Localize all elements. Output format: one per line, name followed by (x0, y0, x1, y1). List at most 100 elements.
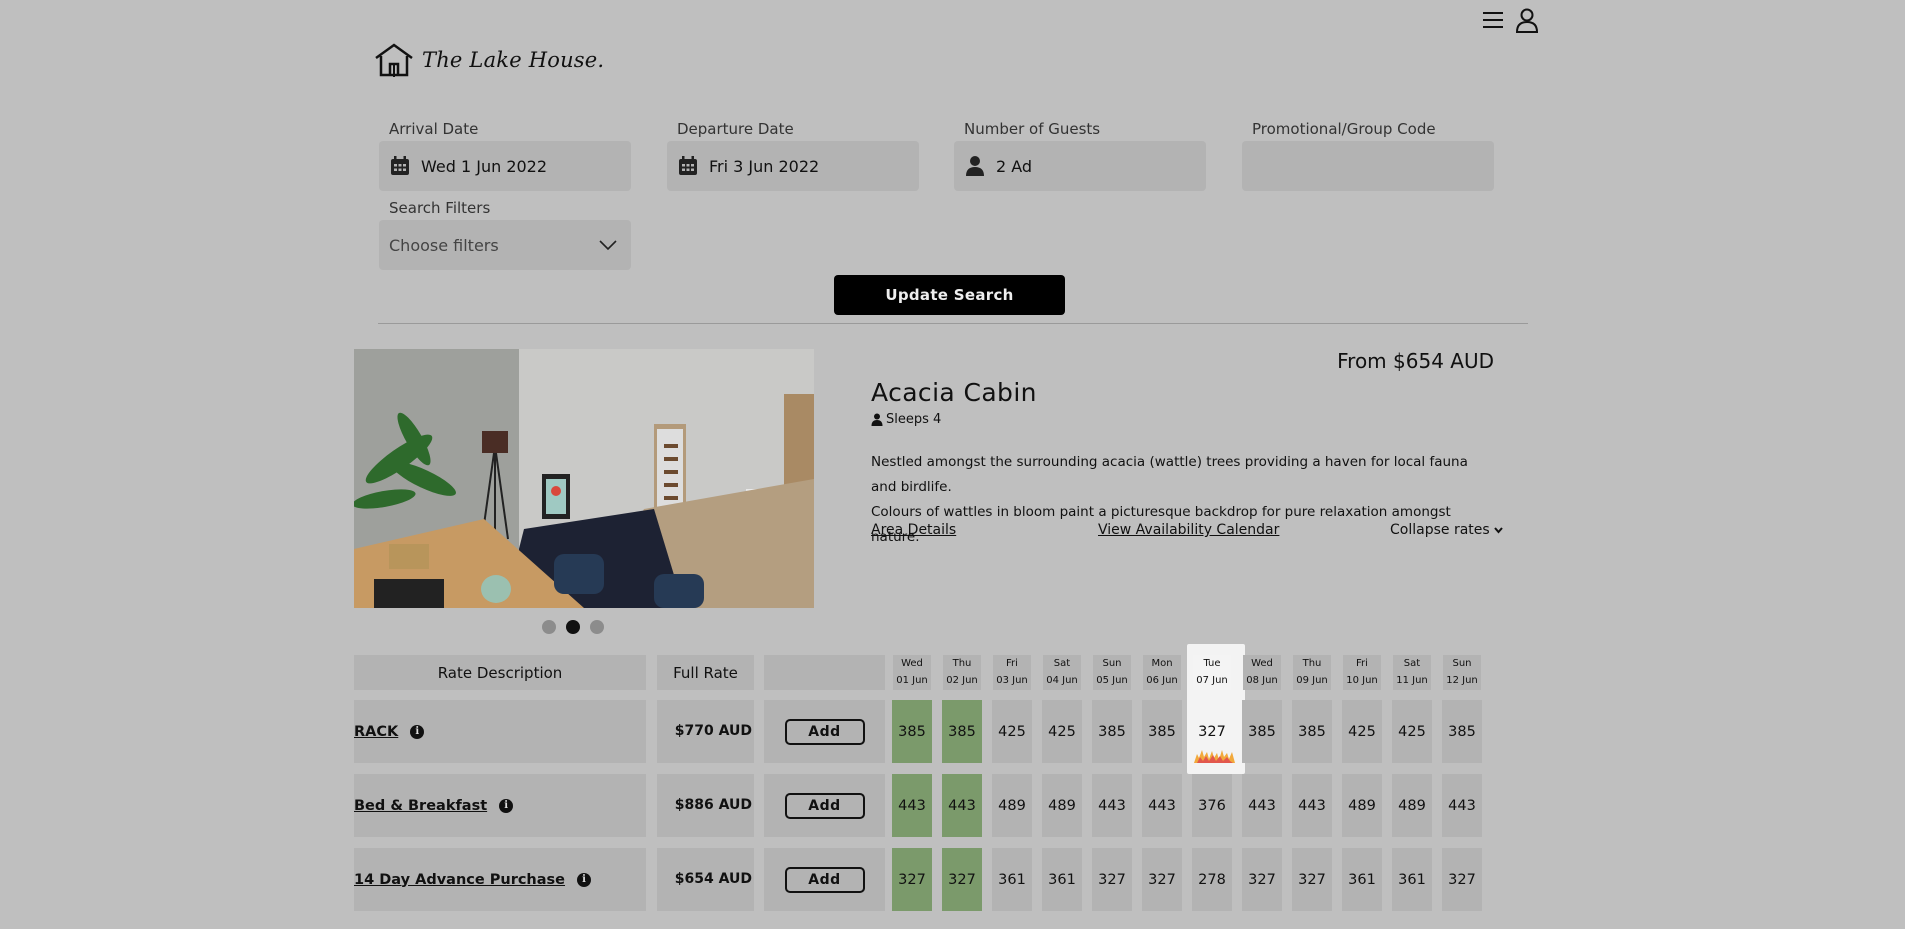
nightly-price-cell[interactable]: 376 (1192, 774, 1232, 837)
day-of-week: Wed (1251, 658, 1273, 669)
nightly-price-cell[interactable]: 361 (1342, 848, 1382, 911)
day-date: 10 Jun (1346, 675, 1378, 686)
day-date: 01 Jun (896, 675, 928, 686)
filters-select[interactable]: Choose filters (379, 220, 631, 270)
departure-date-value: Fri 3 Jun 2022 (709, 156, 820, 176)
arrival-label: Arrival Date (389, 120, 479, 138)
nightly-price-cell[interactable]: 443 (1142, 774, 1182, 837)
nightly-price-cell[interactable]: 385 (1142, 700, 1182, 763)
collapse-rates-toggle[interactable]: Collapse rates (1390, 522, 1503, 538)
add-rate-button[interactable]: Add (784, 792, 865, 819)
full-rate-cell: $770 AUD (657, 700, 754, 763)
description-line: Nestled amongst the surrounding acacia (… (871, 454, 1468, 495)
add-header (764, 655, 885, 690)
nightly-price-cell[interactable]: 489 (1342, 774, 1382, 837)
nightly-price-cell[interactable]: 443 (1292, 774, 1332, 837)
availability-calendar-link[interactable]: View Availability Calendar (1098, 522, 1279, 538)
day-of-week: Sat (1403, 658, 1421, 669)
nightly-price-cell[interactable]: 327 (1142, 848, 1182, 911)
day-of-week: Fri (1006, 658, 1018, 669)
nightly-price-cell[interactable]: 361 (1042, 848, 1082, 911)
day-header: Tue 07 Jun (1193, 655, 1231, 690)
day-date: 09 Jun (1296, 675, 1328, 686)
nightly-price-cell[interactable]: 361 (1392, 848, 1432, 911)
day-of-week: Sun (1102, 658, 1122, 669)
nightly-price-cell[interactable]: 385 (892, 700, 932, 763)
day-of-week: Thu (952, 658, 972, 669)
nightly-price-cell[interactable]: 489 (992, 774, 1032, 837)
promo-code-input[interactable] (1242, 141, 1494, 191)
nightly-price-cell[interactable]: 385 (1242, 700, 1282, 763)
user-icon[interactable] (1514, 7, 1540, 33)
nightly-price-cell[interactable]: 385 (1292, 700, 1332, 763)
carousel-dot-active[interactable] (566, 620, 580, 634)
day-header: Sat 11 Jun (1393, 655, 1431, 690)
day-of-week: Wed (901, 658, 923, 669)
rate-name-link[interactable]: 14 Day Advance Purchase (354, 872, 565, 888)
nightly-price-cell[interactable]: 327 (1292, 848, 1332, 911)
carousel-dots (542, 620, 604, 634)
full-rate-header: Full Rate (657, 655, 754, 690)
nightly-price-cell[interactable]: 489 (1042, 774, 1082, 837)
nightly-price-cell[interactable]: 385 (1442, 700, 1482, 763)
rate-name-link[interactable]: Bed & Breakfast (354, 798, 487, 814)
nightly-price-cell[interactable]: 489 (1392, 774, 1432, 837)
day-header: Thu 09 Jun (1293, 655, 1331, 690)
sleeps-text: Sleeps 4 (886, 412, 942, 427)
nightly-price-cell[interactable]: 327 (942, 848, 982, 911)
person-icon (964, 155, 986, 177)
promo-label: Promotional/Group Code (1252, 120, 1436, 138)
nightly-price-cell[interactable]: 443 (1442, 774, 1482, 837)
rate-name-cell: 14 Day Advance Purchase i (354, 848, 646, 911)
nightly-price-cell[interactable]: 443 (1092, 774, 1132, 837)
day-header: Sat 04 Jun (1043, 655, 1081, 690)
chevron-down-icon (1493, 526, 1503, 534)
departure-date-field[interactable]: Fri 3 Jun 2022 (667, 141, 919, 191)
arrival-date-field[interactable]: Wed 1 Jun 2022 (379, 141, 631, 191)
nightly-price-cell[interactable]: 327 (1442, 848, 1482, 911)
nightly-price-cell[interactable]: 361 (992, 848, 1032, 911)
nightly-price-cell[interactable]: 443 (892, 774, 932, 837)
hot-deal-icon (1194, 750, 1235, 763)
nightly-price-cell[interactable]: 443 (942, 774, 982, 837)
nightly-price-cell[interactable]: 385 (942, 700, 982, 763)
rate-name-cell: Bed & Breakfast i (354, 774, 646, 837)
nightly-price-cell[interactable]: 327 (892, 848, 932, 911)
info-icon[interactable]: i (577, 872, 592, 887)
rate-name-cell: RACK i (354, 700, 646, 763)
nightly-price-cell[interactable]: 278 (1192, 848, 1232, 911)
nightly-price-cell[interactable]: 425 (1342, 700, 1382, 763)
nightly-price-cell[interactable]: 443 (1242, 774, 1282, 837)
day-of-week: Sat (1053, 658, 1071, 669)
room-photo[interactable] (354, 349, 814, 608)
from-price: From $654 AUD (1337, 349, 1494, 373)
filters-label: Search Filters (389, 199, 491, 217)
person-icon (871, 413, 883, 426)
info-icon[interactable]: i (410, 724, 425, 739)
nightly-price-cell[interactable]: 425 (1042, 700, 1082, 763)
hamburger-icon[interactable] (1480, 7, 1506, 33)
add-rate-button[interactable]: Add (784, 866, 865, 893)
guests-field[interactable]: 2 Ad (954, 141, 1206, 191)
day-date: 02 Jun (946, 675, 978, 686)
nightly-price-cell[interactable]: 327 (1242, 848, 1282, 911)
update-search-button[interactable]: Update Search (834, 275, 1065, 315)
day-of-week: Mon (1151, 658, 1173, 669)
carousel-dot[interactable] (542, 620, 556, 634)
day-header: Wed 01 Jun (893, 655, 931, 690)
day-date: 07 Jun (1196, 675, 1228, 686)
nightly-price-cell[interactable]: 425 (1392, 700, 1432, 763)
nightly-price-cell[interactable]: 425 (992, 700, 1032, 763)
add-rate-button[interactable]: Add (784, 718, 865, 745)
info-icon[interactable]: i (499, 798, 514, 813)
full-rate-cell: $886 AUD (657, 774, 754, 837)
filters-value: Choose filters (389, 235, 499, 255)
calendar-icon (389, 155, 411, 177)
nightly-price-cell[interactable]: 385 (1092, 700, 1132, 763)
logo[interactable]: The Lake House. (374, 42, 604, 78)
rate-name-link[interactable]: RACK (354, 724, 398, 740)
full-rate-value: $654 AUD (674, 870, 752, 887)
carousel-dot[interactable] (590, 620, 604, 634)
nightly-price-cell[interactable]: 327 (1092, 848, 1132, 911)
area-details-link[interactable]: Area Details (871, 522, 956, 538)
